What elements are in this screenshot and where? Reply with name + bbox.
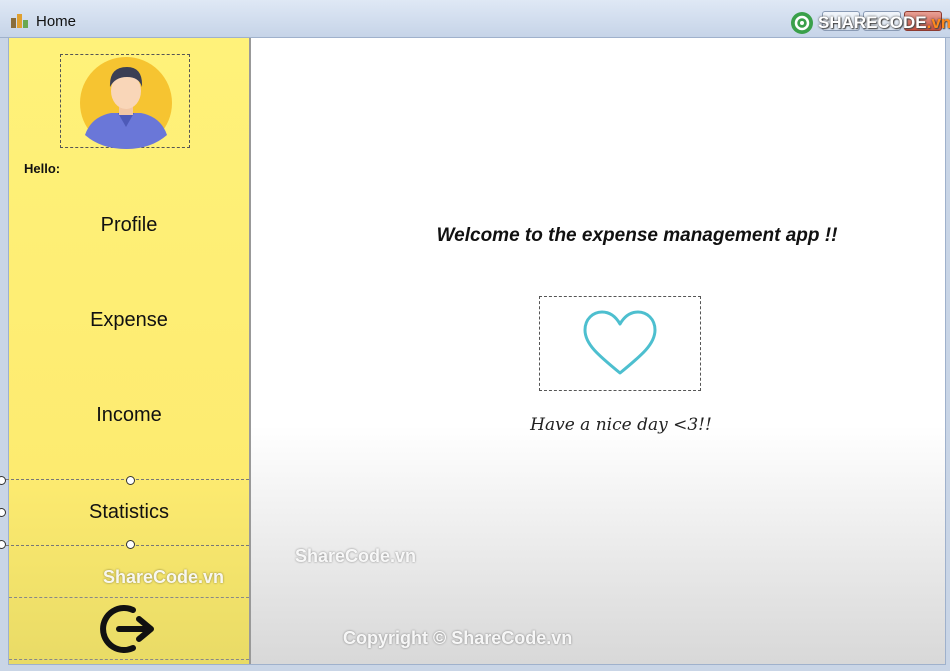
expense-button[interactable]: Expense bbox=[9, 309, 249, 332]
sidebar: Hello: Profile Expense Income Statistics… bbox=[0, 38, 264, 664]
resize-handle[interactable] bbox=[0, 508, 6, 517]
income-button[interactable]: Income bbox=[9, 404, 249, 427]
sharecode-logo-text: SHARECODE.vn bbox=[818, 13, 950, 32]
welcome-title: Welcome to the expense management app !! bbox=[436, 225, 838, 246]
heart-icon bbox=[583, 310, 657, 375]
user-avatar-icon bbox=[80, 57, 172, 149]
heart-image bbox=[539, 296, 701, 391]
greeting-label: Hello: bbox=[24, 161, 61, 176]
main-window: Hello: Profile Expense Income Statistics… bbox=[0, 37, 946, 665]
sharecode-logo-icon bbox=[791, 12, 813, 34]
watermark-text: ShareCode.vn bbox=[295, 546, 417, 566]
profile-button[interactable]: Profile bbox=[9, 214, 249, 237]
watermark-text: ShareCode.vn bbox=[103, 567, 225, 587]
copyright-watermark: Copyright © ShareCode.vn bbox=[343, 628, 573, 648]
resize-handle[interactable] bbox=[0, 540, 6, 549]
content-area: Welcome to the expense management app !!… bbox=[251, 38, 945, 664]
nice-day-message: Have a nice day <3!! bbox=[530, 415, 712, 435]
statistics-button[interactable]: Statistics bbox=[9, 501, 249, 524]
resize-handle[interactable] bbox=[0, 476, 6, 485]
window-title: Home bbox=[36, 13, 77, 30]
avatar bbox=[60, 54, 190, 149]
resize-handle[interactable] bbox=[126, 540, 135, 549]
resize-handle[interactable] bbox=[126, 476, 135, 485]
title-bar: Home SHARECODE.vn bbox=[0, 0, 950, 38]
logout-icon bbox=[100, 605, 154, 653]
app-icon bbox=[11, 14, 28, 28]
logout-button[interactable] bbox=[9, 597, 249, 660]
sharecode-logo: SHARECODE.vn bbox=[790, 10, 950, 36]
